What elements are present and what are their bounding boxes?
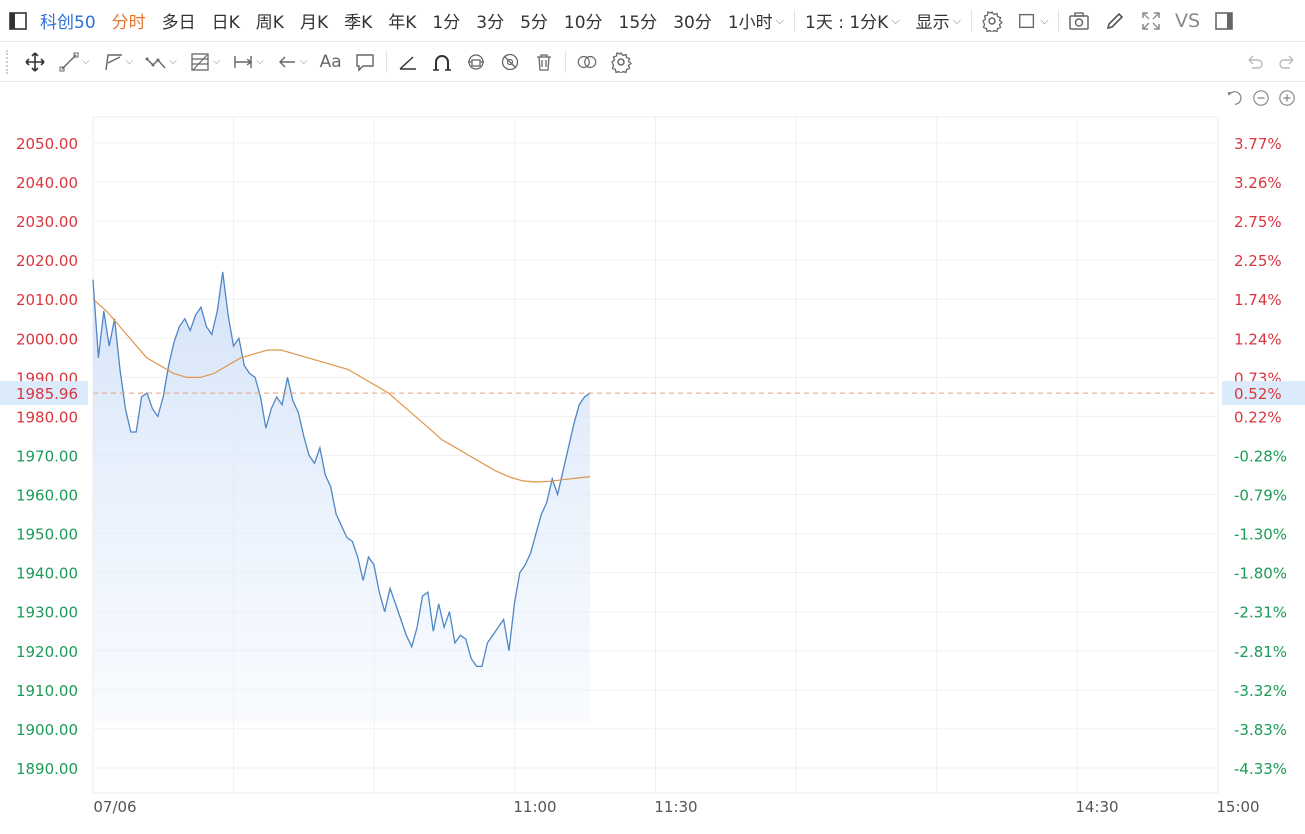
y-tick-label-left: 1930.00 [16, 604, 78, 622]
y-tick-label-right: -2.81% [1234, 643, 1287, 661]
y-tick-label-right: 2.25% [1234, 252, 1282, 270]
y-tick-label-right: -4.33% [1234, 760, 1287, 778]
y-tick-label-right: -0.28% [1234, 447, 1287, 465]
y-tick-label-left: 1970.00 [16, 447, 78, 465]
y-tick-label-right: -2.31% [1234, 604, 1287, 622]
y-tick-label-right: 2.75% [1234, 213, 1282, 231]
y-tick-label-left: 1940.00 [16, 565, 78, 583]
y-tick-label-left: 2010.00 [16, 291, 78, 309]
x-tick-label: 15:00 [1216, 798, 1259, 816]
y-tick-label-left: 1900.00 [16, 721, 78, 739]
y-tick-label-left: 2000.00 [16, 330, 78, 348]
y-tick-label-right: 3.77% [1234, 135, 1282, 153]
y-tick-label-right: -3.32% [1234, 682, 1287, 700]
y-tick-label-right: 1.24% [1234, 330, 1282, 348]
price-area-fill [93, 271, 590, 723]
y-tick-label-left: 2040.00 [16, 174, 78, 192]
y-tick-label-right: -3.83% [1234, 721, 1287, 739]
y-tick-label-right: -1.80% [1234, 565, 1287, 583]
y-tick-label-right: 1.74% [1234, 291, 1282, 309]
y-tick-label-left: 1960.00 [16, 487, 78, 505]
current-price-label: 1985.96 [16, 385, 78, 403]
current-pct-label: 0.52% [1234, 385, 1282, 403]
y-tick-label-left: 2020.00 [16, 252, 78, 270]
x-tick-label: 14:30 [1075, 798, 1118, 816]
y-tick-label-left: 1980.00 [16, 408, 78, 426]
y-tick-label-right: -0.79% [1234, 487, 1287, 505]
price-area [93, 271, 590, 723]
y-tick-label-right: 3.26% [1234, 174, 1282, 192]
x-tick-label: 11:30 [654, 798, 697, 816]
y-tick-label-left: 1920.00 [16, 643, 78, 661]
x-tick-label: 11:00 [513, 798, 556, 816]
y-tick-label-left: 2050.00 [16, 135, 78, 153]
y-tick-label-right: 0.22% [1234, 408, 1282, 426]
intraday-chart[interactable]: 2050.00 3.77% 2040.00 3.26% 2030.00 2.75% 2020… [0, 0, 1305, 834]
y-tick-label-left: 1910.00 [16, 682, 78, 700]
y-tick-label-left: 1890.00 [16, 760, 78, 778]
x-tick-label: 07/06 [93, 798, 136, 816]
y-tick-label-right: -1.30% [1234, 526, 1287, 544]
y-tick-label-left: 1950.00 [16, 526, 78, 544]
y-tick-label-left: 2030.00 [16, 213, 78, 231]
